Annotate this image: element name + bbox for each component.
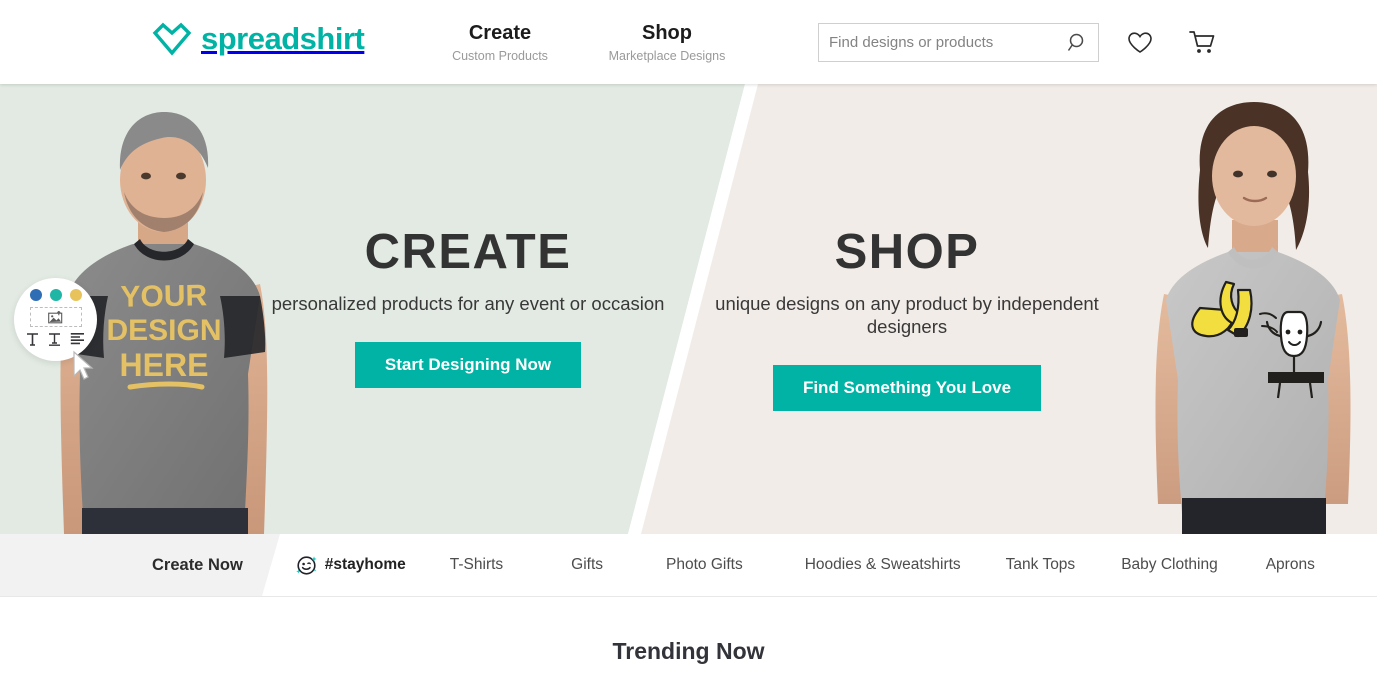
category-nav-item-hoodies-sweatshirts[interactable]: Hoodies & Sweatshirts bbox=[805, 534, 961, 596]
category-nav-label: Hoodies & Sweatshirts bbox=[804, 556, 961, 573]
trending-section: Trending Now bbox=[0, 597, 1377, 665]
badge-color-dots bbox=[29, 289, 82, 301]
header-nav-shop-title: Shop bbox=[642, 22, 692, 44]
hero-create-subtitle: personalized products for any event or o… bbox=[271, 293, 665, 314]
color-dot-blue bbox=[29, 289, 42, 301]
cursor-pointer-icon bbox=[73, 350, 94, 380]
category-nav-item-baby-clothing[interactable]: Baby Clothing bbox=[1121, 534, 1218, 596]
category-nav-item-aprons[interactable]: Aprons bbox=[1266, 534, 1315, 596]
search-input[interactable] bbox=[819, 34, 1058, 51]
category-nav-item-create-now[interactable]: Create Now bbox=[152, 534, 243, 596]
category-nav-item-photo-gifts[interactable]: Photo Gifts bbox=[666, 534, 743, 596]
image-upload-box bbox=[29, 307, 82, 327]
svg-text:HERE: HERE bbox=[120, 347, 209, 383]
heart-diamond-icon bbox=[152, 22, 192, 56]
hero-create-title: CREATE bbox=[364, 225, 572, 279]
category-nav-label: T-Shirts bbox=[449, 556, 504, 573]
category-nav-label: Baby Clothing bbox=[1121, 556, 1218, 573]
header-nav-create-subtitle: Custom Products bbox=[452, 49, 548, 63]
svg-text:DESIGN: DESIGN bbox=[106, 314, 221, 347]
search-box[interactable] bbox=[818, 23, 1099, 62]
hero-right-model-photo bbox=[1155, 102, 1351, 534]
category-nav: Create Now #stayhome T-Shirts Gifts Phot… bbox=[0, 534, 1377, 597]
text-align-icon bbox=[70, 333, 84, 345]
header-nav-shop[interactable]: Shop Marketplace Designs bbox=[592, 20, 742, 65]
category-nav-label: Gifts bbox=[571, 556, 604, 573]
badge-tool-icons bbox=[26, 332, 85, 346]
header-nav-create[interactable]: Create Custom Products bbox=[424, 20, 576, 65]
trending-title: Trending Now bbox=[612, 638, 765, 664]
smiley-sparkle-icon bbox=[296, 555, 317, 575]
header-nav-create-title: Create bbox=[468, 22, 532, 44]
search-button[interactable] bbox=[1058, 24, 1098, 61]
color-dot-yellow bbox=[69, 289, 82, 301]
category-nav-label: #stayhome bbox=[324, 556, 406, 573]
brand-name: spreadshirt bbox=[201, 21, 365, 56]
search-icon bbox=[1067, 33, 1084, 51]
text-tool-icon bbox=[27, 333, 38, 346]
brand-logo[interactable]: spreadshirt bbox=[152, 21, 365, 56]
wishlist-button[interactable] bbox=[1121, 24, 1159, 62]
shopping-cart-icon bbox=[1189, 31, 1215, 53]
heart-outline-icon bbox=[1128, 32, 1152, 53]
hero-shop-title: SHOP bbox=[834, 225, 980, 279]
hero-banner: YOUR DESIGN HERE CREATE personalized pro… bbox=[0, 84, 1377, 534]
hero-shop-panel: SHOP unique designs on any product by in… bbox=[697, 84, 1117, 411]
site-header: spreadshirt Create Custom Products Shop … bbox=[0, 0, 1377, 84]
category-nav-item-t-shirts[interactable]: T-Shirts bbox=[450, 534, 503, 596]
hero-create-panel: CREATE personalized products for any eve… bbox=[258, 84, 678, 388]
shirt-design-text-left: YOUR DESIGN HERE bbox=[106, 279, 222, 390]
category-nav-item-gifts[interactable]: Gifts bbox=[571, 534, 603, 596]
category-nav-item-stayhome[interactable]: #stayhome bbox=[295, 534, 406, 596]
category-nav-label: Create Now bbox=[152, 556, 243, 574]
text-style-icon bbox=[49, 333, 60, 346]
category-nav-label: Aprons bbox=[1265, 556, 1315, 573]
svg-text:YOUR: YOUR bbox=[120, 279, 208, 314]
category-nav-label: Photo Gifts bbox=[666, 556, 743, 573]
image-upload-icon bbox=[48, 310, 63, 323]
header-nav-shop-subtitle: Marketplace Designs bbox=[608, 49, 726, 63]
cart-button[interactable] bbox=[1183, 24, 1221, 62]
design-tool-badge bbox=[14, 278, 97, 380]
hero-shop-subtitle: unique designs on any product by indepen… bbox=[715, 293, 1099, 337]
start-designing-now-button[interactable]: Start Designing Now bbox=[354, 342, 582, 388]
category-nav-item-tank-tops[interactable]: Tank Tops bbox=[1006, 534, 1076, 596]
color-dot-teal bbox=[49, 289, 62, 301]
page-root: spreadshirt Create Custom Products Shop … bbox=[0, 0, 1377, 676]
category-nav-items: Create Now #stayhome T-Shirts Gifts Phot… bbox=[0, 534, 1315, 596]
find-something-you-love-button[interactable]: Find Something You Love bbox=[772, 365, 1042, 411]
category-nav-label: Tank Tops bbox=[1005, 556, 1076, 573]
